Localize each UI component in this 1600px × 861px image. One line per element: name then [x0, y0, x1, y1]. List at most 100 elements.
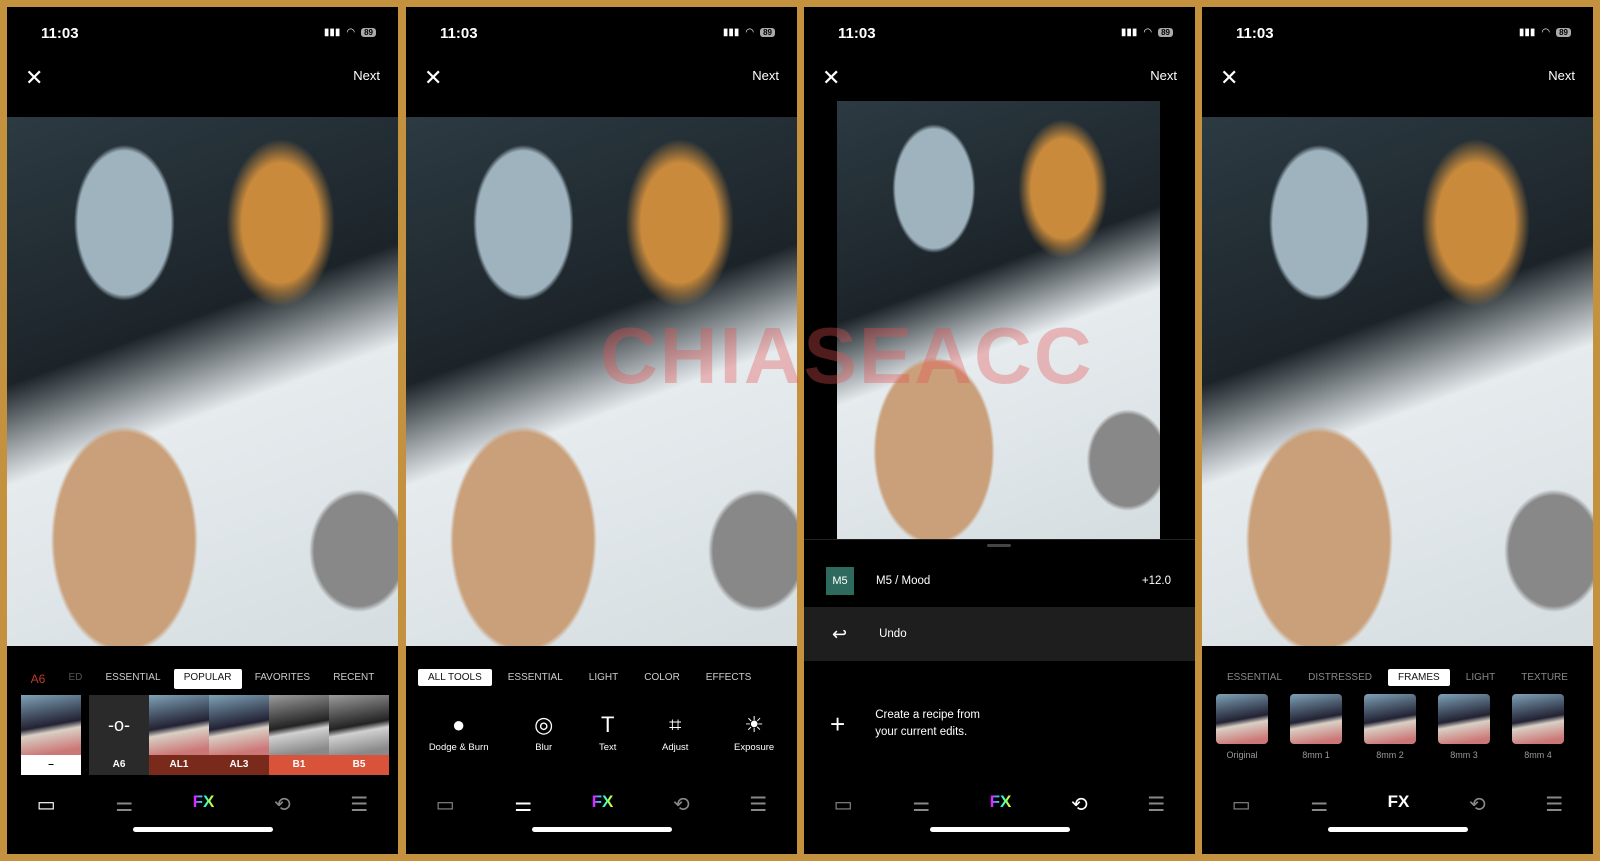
tools-icon[interactable]: ⚌ [1310, 792, 1328, 817]
status-time: 11:03 [1236, 25, 1274, 42]
screen-fx: 11:03 ▮▮▮ ◠ 89 ✕ Next ESSENTIAL DISTRESSED… [1202, 7, 1593, 854]
preset-none[interactable]: – [21, 695, 81, 775]
status-icons: ▮▮▮ ◠ 89 [723, 27, 775, 38]
tools-icon[interactable]: ⚌ [115, 792, 133, 817]
preset-tabs: A6 ED ESSENTIAL POPULAR FAVORITES RECENT [7, 669, 398, 689]
preset-badge: M5 [826, 567, 854, 595]
status-time: 11:03 [440, 25, 478, 42]
history-item-m5[interactable]: M5 M5 / Mood +12.0 [804, 564, 1195, 598]
home-indicator [1327, 827, 1468, 832]
tab-light[interactable]: LIGHT [1456, 669, 1505, 686]
wifi-icon: ◠ [346, 27, 356, 38]
close-button[interactable]: ✕ [424, 65, 442, 91]
tool-adjust[interactable]: ⌗ Adjust [662, 712, 688, 753]
tab-essential[interactable]: ESSENTIAL [1217, 669, 1292, 686]
preset-al1[interactable]: AL1 [149, 695, 209, 775]
close-button[interactable]: ✕ [822, 65, 840, 91]
tool-dodge-burn[interactable]: ● Dodge & Burn [429, 712, 489, 753]
preset-al3[interactable]: AL3 [209, 695, 269, 775]
bottom-toolbar: ▭ ⚌ FX ⟲ ☰ [7, 792, 398, 817]
bottom-toolbar: ▭ ⚌ FX ⟲ ☰ [804, 792, 1195, 817]
recipes-icon[interactable]: ☰ [1147, 792, 1165, 817]
blur-icon: ◎ [534, 712, 554, 737]
fx-icon[interactable]: FX [592, 792, 614, 817]
frame-8mm-4[interactable]: 8mm 4 [1512, 694, 1564, 760]
tab-distressed[interactable]: DISTRESSED [1298, 669, 1382, 686]
fx-icon[interactable]: FX [990, 792, 1012, 817]
battery-icon: 89 [1158, 28, 1173, 37]
frame-8mm-2[interactable]: 8mm 2 [1364, 694, 1416, 760]
next-button[interactable]: Next [353, 68, 380, 83]
wifi-icon: ◠ [1143, 27, 1153, 38]
preset-b1[interactable]: B1 [269, 695, 329, 775]
screen-history: 11:03 ▮▮▮ ◠ 89 ✕ Next M5 M5 / Mood +12.0 ↩… [804, 7, 1195, 854]
frame-8mm-3[interactable]: 8mm 3 [1438, 694, 1490, 760]
tab-popular[interactable]: POPULAR [173, 669, 242, 689]
tool-blur[interactable]: ◎ Blur [534, 712, 553, 753]
preset-name: M5 / Mood [876, 575, 931, 587]
preset-b5[interactable]: B5 [329, 695, 389, 775]
adjust-slider-icon: -o- [89, 695, 149, 755]
tool-text[interactable]: T Text [599, 712, 616, 753]
history-icon[interactable]: ⟲ [1469, 792, 1486, 817]
history-icon[interactable]: ⟲ [1071, 792, 1088, 817]
tab-light[interactable]: LIGHT [579, 669, 628, 686]
dodge-burn-icon: ● [452, 712, 466, 737]
tab-color[interactable]: COLOR [634, 669, 690, 686]
tool-exposure[interactable]: ☀ Exposure [734, 712, 774, 753]
fx-tabs: ESSENTIAL DISTRESSED FRAMES LIGHT TEXTUR… [1202, 669, 1593, 686]
signal-icon: ▮▮▮ [1518, 27, 1536, 38]
recipes-icon[interactable]: ☰ [1545, 792, 1563, 817]
tab-favorites[interactable]: FAVORITES [245, 669, 320, 689]
tab-frames[interactable]: FRAMES [1388, 669, 1450, 686]
signal-icon: ▮▮▮ [722, 27, 740, 38]
signal-icon: ▮▮▮ [1120, 27, 1138, 38]
next-button[interactable]: Next [1548, 68, 1575, 83]
tab-essential[interactable]: ESSENTIAL [96, 669, 171, 689]
tab-featured[interactable]: ED [58, 669, 92, 689]
fx-icon[interactable]: FX [1388, 792, 1410, 817]
next-button[interactable]: Next [1150, 68, 1177, 83]
tools-icon[interactable]: ⚌ [912, 792, 930, 817]
history-icon[interactable]: ⟲ [673, 792, 690, 817]
close-button[interactable]: ✕ [25, 65, 43, 91]
presets-icon[interactable]: ▭ [436, 792, 455, 817]
home-indicator [929, 827, 1070, 832]
photo-preview[interactable] [1202, 117, 1593, 646]
undo-icon: ↩ [832, 623, 848, 644]
status-icons: ▮▮▮ ◠ 89 [1121, 27, 1173, 38]
fx-icon[interactable]: FX [193, 792, 215, 817]
recipes-icon[interactable]: ☰ [350, 792, 368, 817]
create-recipe-button[interactable]: + Create a recipe from your current edits… [804, 704, 1195, 744]
plus-icon: + [830, 708, 846, 739]
close-button[interactable]: ✕ [1220, 65, 1238, 91]
photo-preview[interactable] [7, 117, 398, 646]
photo-preview[interactable] [837, 101, 1160, 539]
frames-strip: Original 8mm 1 8mm 2 8mm 3 8mm 4 [1216, 694, 1593, 760]
history-icon[interactable]: ⟲ [274, 792, 291, 817]
tab-texture[interactable]: TEXTURE [1511, 669, 1578, 686]
screen-tools: 11:03 ▮▮▮ ◠ 89 ✕ Next ALL TOOLS ESSENTIAL … [406, 7, 797, 854]
frame-8mm-1[interactable]: 8mm 1 [1290, 694, 1342, 760]
presets-icon[interactable]: ▭ [834, 792, 853, 817]
screen-presets: 11:03 ▮▮▮ ◠ 89 ✕ Next A6 ED ESSENTIAL POPU… [7, 7, 398, 854]
tab-essential[interactable]: ESSENTIAL [498, 669, 573, 686]
undo-button[interactable]: ↩ Undo [804, 607, 1195, 661]
recipes-icon[interactable]: ☰ [749, 792, 767, 817]
tab-all-tools[interactable]: ALL TOOLS [418, 669, 492, 686]
wifi-icon: ◠ [745, 27, 755, 38]
sheet-handle[interactable] [987, 544, 1011, 547]
presets-icon[interactable]: ▭ [37, 792, 56, 817]
frame-original[interactable]: Original [1216, 694, 1268, 760]
status-icons: ▮▮▮ ◠ 89 [1519, 27, 1571, 38]
presets-icon[interactable]: ▭ [1232, 792, 1251, 817]
current-preset: A6 [30, 672, 46, 686]
preset-a6[interactable]: -o- A6 [89, 695, 149, 775]
next-button[interactable]: Next [752, 68, 779, 83]
preset-strip: – -o- A6 AL1 AL3 B1 B5 [21, 695, 389, 775]
tab-effects[interactable]: EFFECTS [696, 669, 762, 686]
battery-icon: 89 [361, 28, 376, 37]
tab-recent[interactable]: RECENT [323, 669, 384, 689]
tools-icon[interactable]: ⚌ [514, 792, 532, 817]
photo-preview[interactable] [406, 117, 797, 646]
